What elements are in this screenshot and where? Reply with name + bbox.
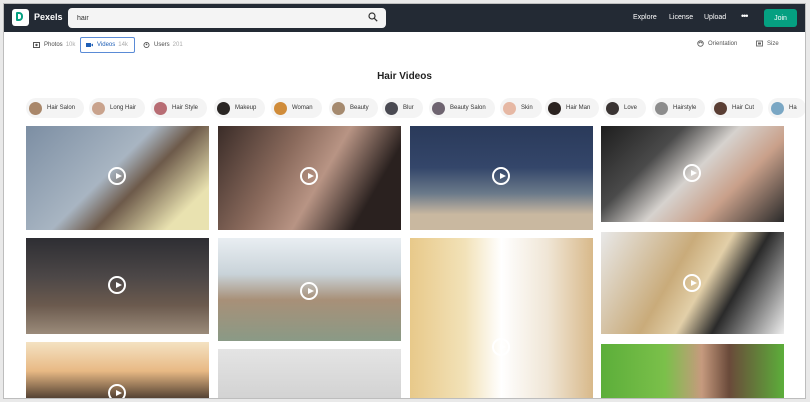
chip-hair-cut[interactable]: Hair Cut — [711, 98, 764, 118]
chip-thumbnail — [92, 101, 105, 115]
video-thumbnail[interactable] — [218, 349, 401, 398]
chip-blur[interactable]: Blur — [382, 98, 423, 118]
search-icon[interactable] — [368, 12, 378, 22]
tab-videos-count: 14k — [118, 42, 128, 48]
play-icon[interactable] — [108, 276, 126, 294]
tab-videos-label: Videos — [97, 42, 116, 48]
chip-label: Skin — [521, 105, 533, 111]
tab-photos[interactable]: Photos 10k — [28, 37, 78, 53]
search-input[interactable] — [68, 8, 386, 28]
chip-thumbnail — [606, 101, 619, 115]
play-icon[interactable] — [300, 282, 318, 300]
chip-thumbnail — [548, 101, 561, 115]
nav-license-link[interactable]: License — [669, 14, 693, 21]
brand-name[interactable]: Pexels — [34, 12, 63, 22]
chip-skin[interactable]: Skin — [500, 98, 542, 118]
chip-thumbnail — [771, 101, 784, 115]
join-button[interactable]: Join — [764, 9, 797, 27]
chip-label: Blur — [403, 105, 414, 111]
orientation-filter[interactable]: Orientation — [697, 40, 737, 47]
video-thumbnail[interactable] — [218, 126, 401, 230]
chip-thumbnail — [655, 101, 668, 115]
chip-label: Makeup — [235, 105, 257, 111]
video-thumbnail[interactable] — [601, 126, 784, 222]
video-thumbnail[interactable] — [26, 238, 209, 334]
play-icon[interactable] — [108, 167, 126, 185]
photo-icon — [33, 42, 40, 48]
orientation-label: Orientation — [708, 40, 738, 47]
size-icon — [756, 40, 763, 47]
chip-label: Hair Salon — [47, 105, 76, 111]
nav-explore-link[interactable]: Explore — [633, 14, 657, 21]
chip-thumbnail — [385, 101, 398, 115]
chip-label: Beauty Salon — [450, 105, 486, 111]
chip-label: Hair Cut — [732, 105, 755, 111]
chip-hairstyle[interactable]: Hairstyle — [652, 98, 706, 118]
chip-label: Beauty — [350, 105, 369, 111]
page-title: Hair Videos — [377, 71, 432, 82]
video-thumbnail[interactable] — [218, 238, 401, 341]
chip-label: Hairstyle — [673, 105, 697, 111]
chip-label: Hair Man — [566, 105, 591, 111]
chip-beauty[interactable]: Beauty — [329, 98, 378, 118]
chip-label: Love — [624, 105, 638, 111]
chip-thumbnail — [217, 101, 230, 115]
chip-long-hair[interactable]: Long Hair — [89, 98, 146, 118]
chip-label: Woman — [292, 105, 313, 111]
chip-label: Ha — [789, 105, 797, 111]
video-thumbnail[interactable] — [410, 238, 593, 398]
chip-thumbnail — [503, 101, 516, 115]
tab-users[interactable]: Users 201 — [140, 37, 188, 53]
chip-label: Hair Style — [172, 105, 199, 111]
size-filter[interactable]: Size — [756, 40, 779, 47]
video-thumbnail[interactable] — [601, 232, 784, 334]
play-icon[interactable] — [300, 167, 318, 185]
video-icon — [86, 43, 93, 47]
orientation-icon — [697, 40, 704, 47]
chip-beauty-salon[interactable]: Beauty Salon — [429, 98, 495, 118]
chip-hair-salon[interactable]: Hair Salon — [26, 98, 85, 118]
size-label: Size — [767, 40, 779, 47]
more-menu-icon[interactable]: ••• — [741, 11, 749, 21]
chip-love[interactable]: Love — [603, 98, 647, 118]
tab-videos[interactable]: Videos 14k — [80, 37, 135, 53]
play-icon[interactable] — [683, 274, 701, 292]
chip-thumbnail — [714, 101, 727, 115]
video-thumbnail[interactable] — [26, 126, 209, 230]
play-icon[interactable] — [492, 338, 510, 356]
related-search-chips: Hair Salon Long Hair Hair Style Makeup W… — [26, 98, 805, 118]
chip-label: Long Hair — [110, 105, 137, 111]
chip-hair-style[interactable]: Hair Style — [151, 98, 208, 118]
chip-makeup[interactable]: Makeup — [214, 98, 266, 118]
user-icon — [143, 42, 150, 48]
video-thumbnail[interactable] — [410, 126, 593, 230]
video-thumbnail[interactable] — [26, 342, 209, 398]
chip-thumbnail — [432, 101, 445, 115]
nav-upload-link[interactable]: Upload — [704, 14, 726, 21]
chip-thumbnail — [332, 101, 345, 115]
tab-photos-label: Photos — [44, 42, 63, 48]
browser-page: Pexels Explore License Upload ••• Join P… — [3, 3, 806, 399]
pexels-logo-icon[interactable] — [12, 9, 29, 26]
play-icon[interactable] — [492, 167, 510, 185]
chip-thumbnail — [274, 101, 287, 115]
play-icon[interactable] — [108, 384, 126, 398]
tab-photos-count: 10k — [65, 42, 76, 48]
chip-thumbnail — [29, 101, 42, 115]
video-thumbnail[interactable] — [601, 344, 784, 398]
chip-woman[interactable]: Woman — [271, 98, 322, 118]
top-navigation-bar: Pexels Explore License Upload ••• Join — [4, 4, 805, 32]
play-icon[interactable] — [683, 164, 701, 182]
chip-thumbnail — [154, 101, 167, 115]
chip-ha[interactable]: Ha — [768, 98, 805, 118]
tab-users-label: Users — [154, 42, 170, 48]
tab-users-count: 201 — [172, 42, 183, 48]
chip-hair-man[interactable]: Hair Man — [545, 98, 600, 118]
